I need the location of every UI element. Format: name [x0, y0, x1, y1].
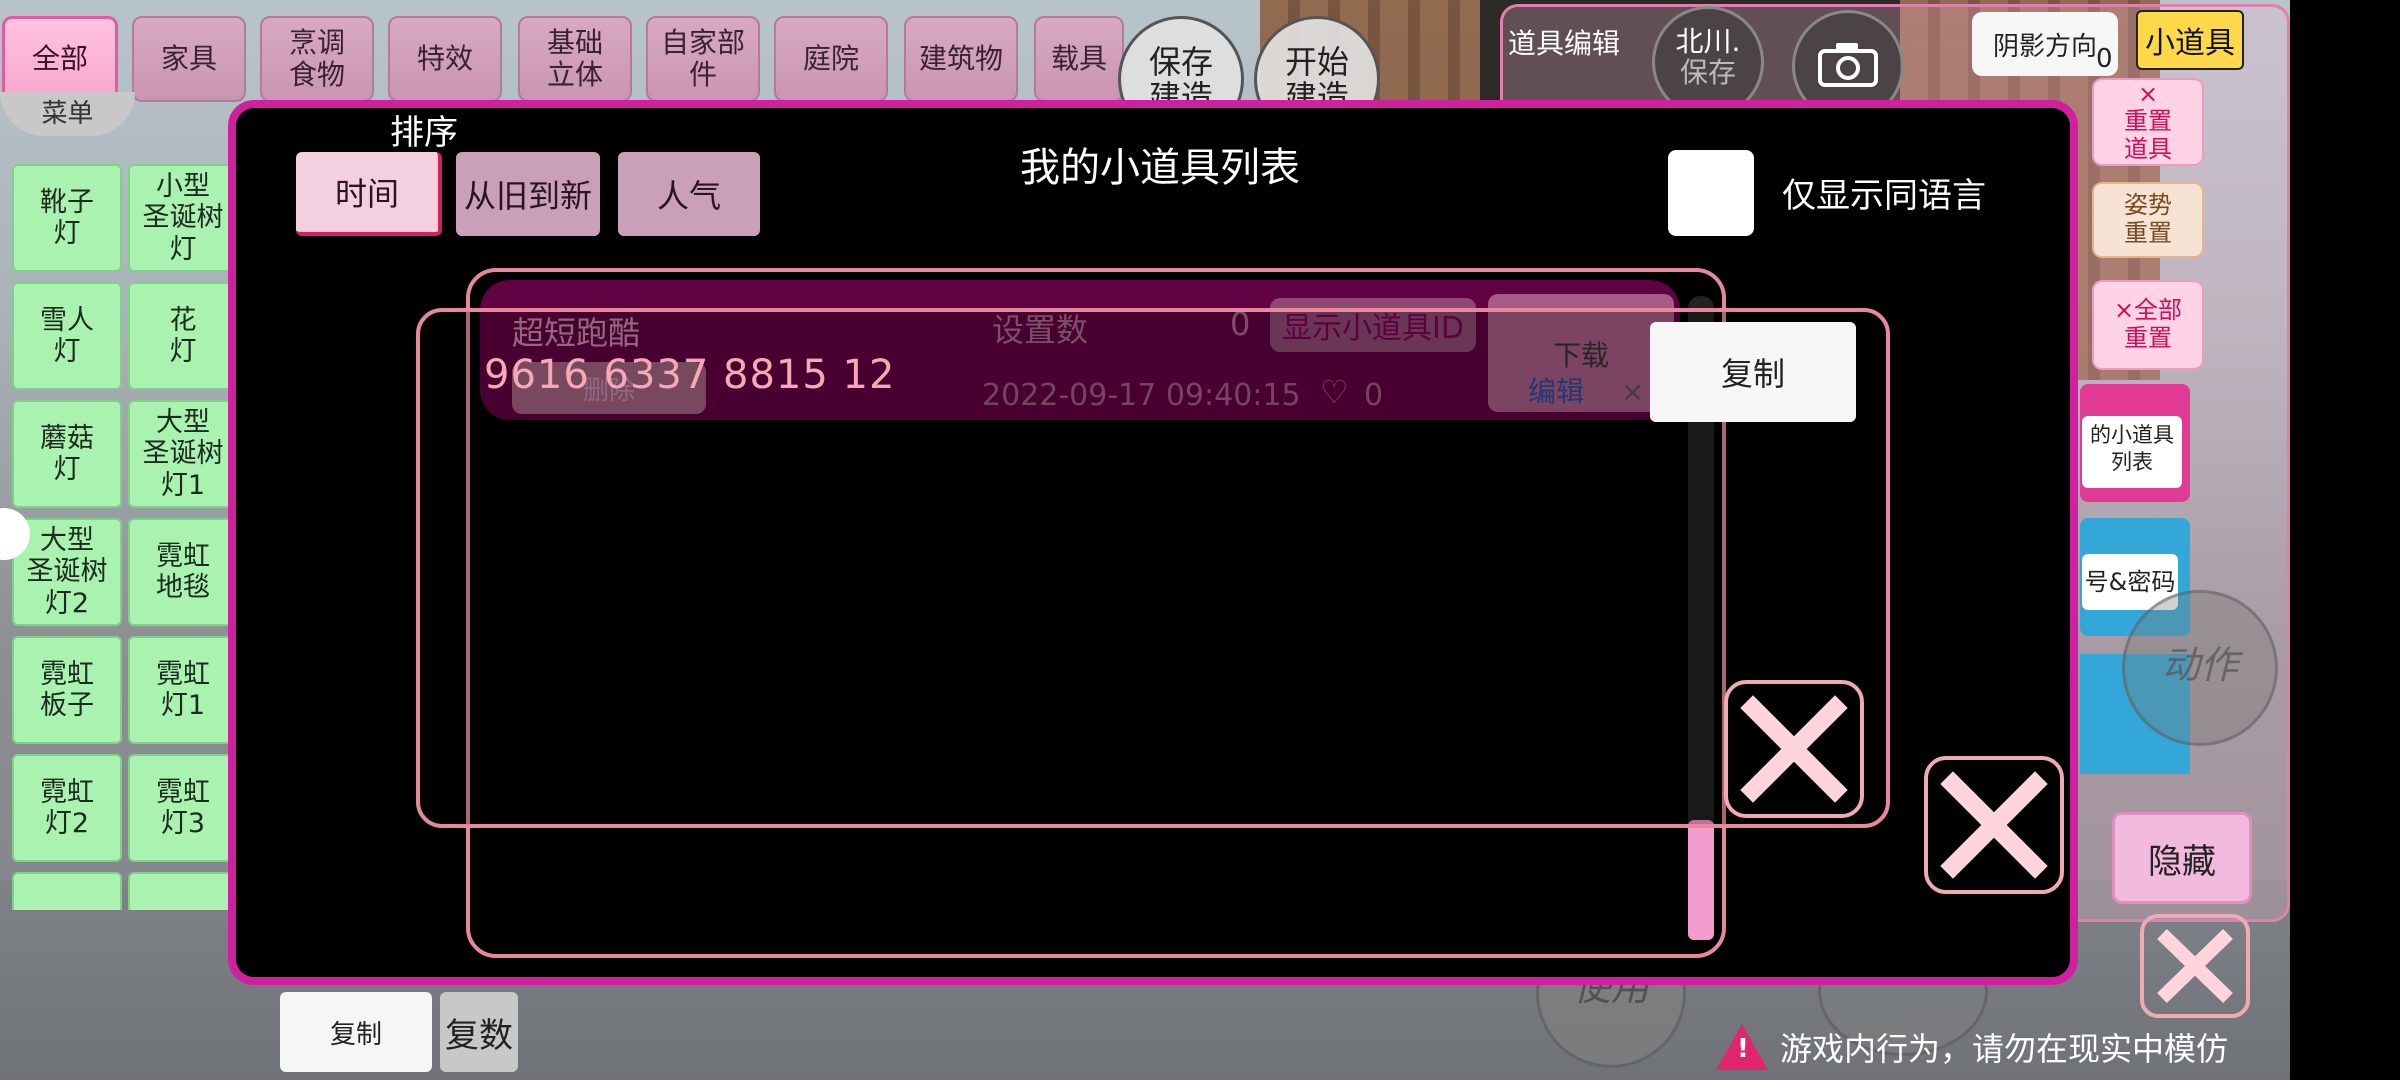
- sort-by-time-button[interactable]: 时间: [296, 152, 442, 236]
- close-icon: [2157, 928, 2233, 1004]
- multiple-button[interactable]: 复数: [440, 992, 518, 1072]
- close-icon: [1740, 695, 1848, 803]
- sort-by-popularity-button[interactable]: 人气: [618, 152, 760, 236]
- tab-basic-solids[interactable]: 基础 立体: [518, 16, 632, 102]
- screen-edge: [2290, 0, 2400, 1080]
- tab-garden[interactable]: 庭院: [774, 16, 888, 102]
- sort-old-to-new-button[interactable]: 从旧到新: [456, 152, 600, 236]
- grid-item[interactable]: 霓虹: [12, 872, 122, 910]
- grid-item[interactable]: 霓虹 地毯: [128, 518, 230, 626]
- bottom-copy-button[interactable]: 复制: [280, 992, 432, 1072]
- tab-furniture[interactable]: 家具: [132, 16, 246, 102]
- grid-item[interactable]: 小型 圣诞树 灯: [128, 164, 230, 272]
- camera-icon: [1818, 43, 1878, 87]
- my-props-list-label: 的小道具 列表: [2082, 416, 2182, 488]
- save-label: 保存: [1679, 55, 1736, 89]
- small-props-tag[interactable]: 小道具: [2136, 10, 2244, 70]
- action-label: 动作: [2161, 643, 2238, 687]
- grid-item[interactable]: 靴子 灯: [12, 164, 122, 272]
- copy-id-button[interactable]: 复制: [1650, 322, 1856, 422]
- grid-item[interactable]: 霓虹 板子: [12, 636, 122, 744]
- popup-close-button[interactable]: [1724, 680, 1864, 818]
- my-props-list-tab[interactable]: 的小道具 列表: [2080, 384, 2190, 502]
- tab-all[interactable]: 全部: [2, 16, 118, 102]
- reset-pose-button[interactable]: 姿势 重置: [2092, 182, 2204, 258]
- item-grid: 靴子 灯 小型 圣诞树 灯 雪人 灯 花 灯 蘑菇 灯 大型 圣诞树 灯1 大型…: [0, 150, 230, 910]
- dialog-close-button[interactable]: [1924, 756, 2064, 894]
- sort-label: 排序: [390, 113, 458, 153]
- hide-button[interactable]: 隐藏: [2112, 812, 2252, 904]
- warning-icon: !: [1716, 1024, 1768, 1070]
- same-language-checkbox[interactable]: [1668, 150, 1754, 236]
- close-icon: [1940, 771, 2048, 879]
- warning-banner: ! 游戏内行为，请勿在现实中模仿: [1716, 1024, 2228, 1070]
- grid-item[interactable]: 蘑菇 灯: [12, 400, 122, 508]
- grid-item[interactable]: 霓虹 灯2: [12, 754, 122, 862]
- prop-id-text: 9616 6337 8815 12: [484, 352, 896, 398]
- grid-item[interactable]: 霓虹 灯1: [128, 636, 230, 744]
- tab-effects[interactable]: 特效: [388, 16, 502, 102]
- tab-buildings[interactable]: 建筑物: [904, 16, 1018, 102]
- dialog-title: 我的小道具列表: [1020, 145, 1300, 191]
- panel-close-button[interactable]: [2140, 914, 2250, 1018]
- tab-home-parts[interactable]: 自家部件: [646, 16, 760, 102]
- grid-item[interactable]: 大型 圣诞树 灯1: [128, 400, 230, 508]
- user-name: 北川.: [1675, 25, 1741, 58]
- grid-item[interactable]: 花 灯: [128, 282, 230, 390]
- grid-item[interactable]: 雪人 灯: [12, 282, 122, 390]
- warning-text: 游戏内行为，请勿在现实中模仿: [1780, 1030, 2229, 1068]
- grid-item[interactable]: 霓虹: [128, 872, 230, 910]
- prop-edit-title: 道具编辑: [1508, 27, 1621, 60]
- shadow-direction-value: 0: [2096, 44, 2113, 74]
- same-language-label: 仅显示同语言: [1782, 176, 1986, 216]
- tab-cooking-food[interactable]: 烹调 食物: [260, 16, 374, 102]
- shadow-direction-label: 阴影方向: [1992, 31, 2097, 62]
- reset-props-button[interactable]: × 重置 道具: [2092, 78, 2204, 166]
- reset-all-button[interactable]: ×全部 重置: [2092, 280, 2204, 370]
- list-scroll-thumb[interactable]: [1688, 820, 1714, 940]
- tab-vehicles[interactable]: 载具: [1034, 16, 1124, 102]
- grid-item[interactable]: 霓虹 灯3: [128, 754, 230, 862]
- action-button[interactable]: 动作: [2122, 590, 2278, 746]
